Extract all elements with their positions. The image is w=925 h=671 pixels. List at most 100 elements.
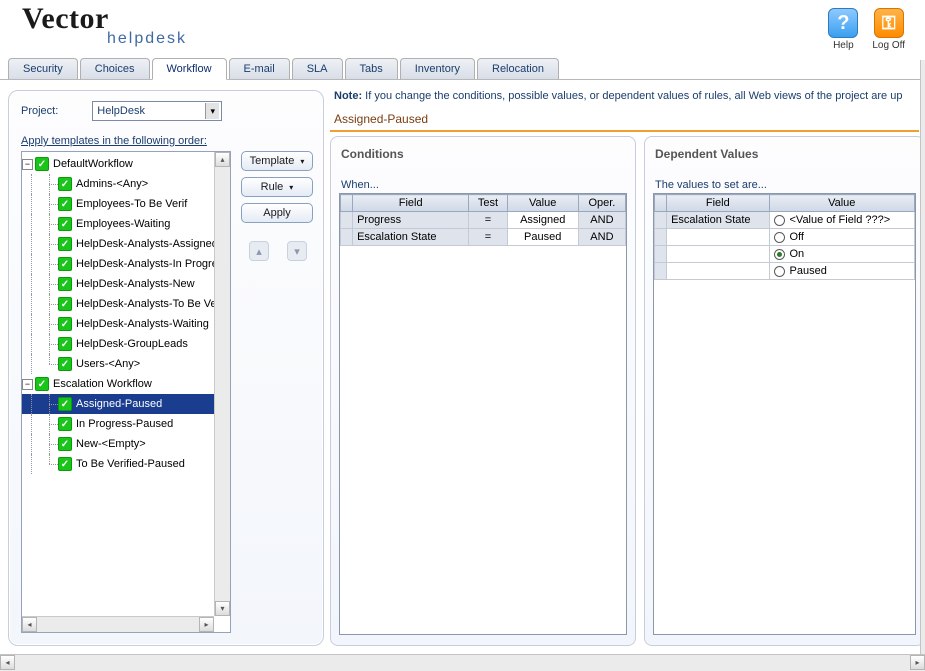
- help-icon: [828, 8, 858, 38]
- tree-item[interactable]: HelpDesk-Analysts-To Be Verified: [22, 294, 214, 314]
- vertical-scrollbar[interactable]: ▴ ▾: [214, 152, 230, 616]
- tree-item[interactable]: Assigned-Paused: [22, 394, 214, 414]
- tree-item-label: Admins-<Any>: [76, 178, 148, 190]
- condition-row[interactable]: Progress=AssignedAND: [341, 212, 626, 229]
- tab-tabs[interactable]: Tabs: [345, 58, 398, 79]
- conditions-subtitle: When...: [341, 179, 627, 191]
- check-icon: [58, 457, 72, 471]
- rule-button[interactable]: Rule: [241, 177, 313, 197]
- condition-row[interactable]: Escalation State=PausedAND: [341, 229, 626, 246]
- tree-item-label: Assigned-Paused: [76, 398, 162, 410]
- check-icon: [58, 237, 72, 251]
- radio-icon[interactable]: [774, 215, 785, 226]
- dependent-grid[interactable]: FieldValue Escalation State<Value of Fie…: [653, 193, 916, 635]
- apply-order-label: Apply templates in the following order:: [21, 135, 313, 147]
- tree-item[interactable]: HelpDesk-GroupLeads: [22, 334, 214, 354]
- tab-sla[interactable]: SLA: [292, 58, 343, 79]
- dependent-title: Dependent Values: [655, 147, 916, 161]
- help-button[interactable]: Help: [828, 8, 858, 51]
- tab-relocation[interactable]: Relocation: [477, 58, 559, 79]
- tree-item[interactable]: HelpDesk-Analysts-In Progress: [22, 254, 214, 274]
- page-vertical-scrollbar[interactable]: [920, 60, 925, 654]
- check-icon: [58, 417, 72, 431]
- dependent-subtitle: The values to set are...: [655, 179, 916, 191]
- tab-inventory[interactable]: Inventory: [400, 58, 475, 79]
- dependent-option-row[interactable]: Off: [655, 229, 915, 246]
- option-label: Off: [790, 231, 804, 243]
- dependent-values-panel: Dependent Values The values to set are..…: [644, 136, 925, 646]
- radio-icon[interactable]: [774, 266, 785, 277]
- conditions-grid[interactable]: FieldTestValueOper. Progress=AssignedAND…: [339, 193, 627, 635]
- project-label: Project:: [21, 105, 58, 117]
- check-icon: [58, 317, 72, 331]
- dependent-option-row[interactable]: Escalation State<Value of Field ???>: [655, 212, 915, 229]
- logoff-label: Log Off: [872, 40, 905, 51]
- tree-item-label: HelpDesk-Analysts-New: [76, 278, 195, 290]
- conditions-title: Conditions: [341, 147, 627, 161]
- tree-item-label: Employees-Waiting: [76, 218, 170, 230]
- dependent-option-row[interactable]: On: [655, 246, 915, 263]
- rule-title: Assigned-Paused: [330, 108, 919, 132]
- tab-security[interactable]: Security: [8, 58, 78, 79]
- templates-tree[interactable]: − DefaultWorkflow Admins-<Any> Employees-To…: [21, 151, 231, 633]
- check-icon: [58, 357, 72, 371]
- collapse-icon[interactable]: −: [22, 159, 33, 170]
- templates-panel: Project: HelpDesk Apply templates in the…: [8, 90, 324, 646]
- tree-item[interactable]: − DefaultWorkflow: [22, 154, 214, 174]
- help-label: Help: [833, 40, 854, 51]
- tree-item-label: In Progress-Paused: [76, 418, 173, 430]
- tree-item-label: HelpDesk-GroupLeads: [76, 338, 188, 350]
- check-icon: [35, 377, 49, 391]
- tree-item[interactable]: In Progress-Paused: [22, 414, 214, 434]
- tree-item[interactable]: To Be Verified-Paused: [22, 454, 214, 474]
- tree-item[interactable]: − Escalation Workflow: [22, 374, 214, 394]
- dependent-option-row[interactable]: Paused: [655, 263, 915, 280]
- check-icon: [58, 177, 72, 191]
- project-value: HelpDesk: [97, 105, 145, 117]
- apply-button[interactable]: Apply: [241, 203, 313, 223]
- app-logo: Vector helpdesk: [22, 4, 187, 48]
- check-icon: [58, 277, 72, 291]
- tree-item[interactable]: Employees-Waiting: [22, 214, 214, 234]
- chevron-down-icon: [287, 181, 293, 193]
- page-horizontal-scrollbar[interactable]: ◂ ▸: [0, 654, 925, 671]
- collapse-icon[interactable]: −: [22, 379, 33, 390]
- tree-item[interactable]: Employees-To Be Verif: [22, 194, 214, 214]
- logoff-button[interactable]: Log Off: [872, 8, 905, 51]
- check-icon: [35, 157, 49, 171]
- tab-choices[interactable]: Choices: [80, 58, 150, 79]
- main-tabs: SecurityChoicesWorkflowE-mailSLATabsInve…: [0, 58, 925, 80]
- tree-item-label: HelpDesk-Analysts-To Be Verified: [76, 298, 214, 310]
- project-select[interactable]: HelpDesk: [92, 101, 222, 121]
- tree-item-label: Escalation Workflow: [53, 378, 152, 390]
- tab-e-mail[interactable]: E-mail: [229, 58, 290, 79]
- check-icon: [58, 397, 72, 411]
- template-button[interactable]: Template: [241, 151, 313, 171]
- tree-item-label: HelpDesk-Analysts-Assigned: [76, 238, 214, 250]
- tree-item-label: DefaultWorkflow: [53, 158, 133, 170]
- check-icon: [58, 337, 72, 351]
- radio-icon[interactable]: [774, 232, 785, 243]
- check-icon: [58, 257, 72, 271]
- tree-item[interactable]: Users-<Any>: [22, 354, 214, 374]
- tree-item-label: Employees-To Be Verif: [76, 198, 187, 210]
- radio-icon[interactable]: [774, 249, 785, 260]
- move-down-button[interactable]: ▾: [287, 241, 307, 261]
- horizontal-scrollbar[interactable]: ◂ ▸: [22, 616, 214, 632]
- check-icon: [58, 197, 72, 211]
- tree-item[interactable]: New-<Empty>: [22, 434, 214, 454]
- check-icon: [58, 217, 72, 231]
- chevron-down-icon: [205, 103, 219, 119]
- tree-item[interactable]: HelpDesk-Analysts-New: [22, 274, 214, 294]
- check-icon: [58, 297, 72, 311]
- tree-item[interactable]: Admins-<Any>: [22, 174, 214, 194]
- tree-item[interactable]: HelpDesk-Analysts-Assigned: [22, 234, 214, 254]
- option-label: On: [790, 248, 805, 260]
- tab-workflow[interactable]: Workflow: [152, 58, 227, 80]
- note-text: Note: If you change the conditions, poss…: [330, 90, 925, 108]
- tree-item-label: HelpDesk-Analysts-In Progress: [76, 258, 214, 270]
- tree-item-label: New-<Empty>: [76, 438, 146, 450]
- tree-item[interactable]: HelpDesk-Analysts-Waiting: [22, 314, 214, 334]
- tree-item-label: HelpDesk-Analysts-Waiting: [76, 318, 209, 330]
- move-up-button[interactable]: ▴: [249, 241, 269, 261]
